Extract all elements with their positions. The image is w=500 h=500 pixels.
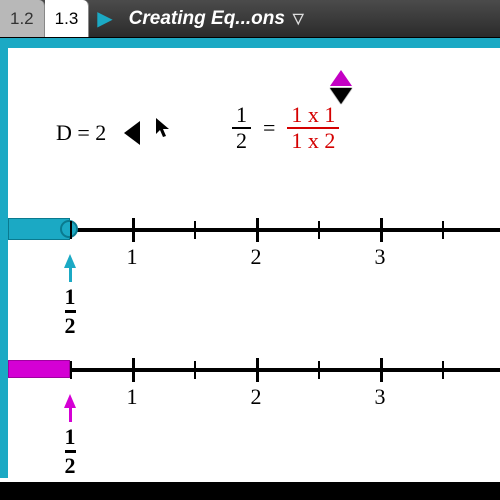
page-title-text: Creating Eq...ons [129,8,285,30]
tick-2 [256,218,259,242]
fraction-right-num: 1 x 1 [287,103,339,127]
d-stepper[interactable] [124,121,158,145]
tick2-2-5 [318,361,320,379]
tick-1-label: 1 [127,244,138,270]
stepper-left-icon[interactable] [124,121,140,145]
segment-teal-handle[interactable] [60,220,78,238]
tick2-1-5 [194,361,196,379]
pointer-1: 1 2 [64,254,76,337]
pointer-1-arrow-icon [64,254,76,268]
tick-3-label: 3 [375,244,386,270]
fraction-left-den: 2 [232,129,251,153]
number-line-1[interactable]: 1 2 3 1 2 [8,228,500,232]
tab-1-2[interactable]: 1.2 [0,0,45,37]
tick2-2-label: 2 [251,384,262,410]
axis-1: 1 2 3 1 2 [8,228,500,232]
tab-1-3[interactable]: 1.3 [45,0,90,37]
tab-next-icon[interactable]: ▶ [89,0,120,37]
title-chevron-down-icon[interactable]: ▽ [293,10,304,27]
content-area: D = 2 1 2 = 1 x 1 1 x 2 [0,48,500,478]
ribbon [0,38,500,48]
tick-3-5 [442,221,444,239]
tick2-1-label: 1 [127,384,138,410]
equation: 1 2 = 1 x 1 1 x 2 [226,103,345,153]
pointer-1-den: 2 [65,315,76,337]
tick2-3-label: 3 [375,384,386,410]
marker-up-icon [330,70,352,86]
d-label: D = 2 [56,120,106,146]
d-value-row: D = 2 [56,118,174,148]
fraction-left: 1 2 [232,103,251,153]
segment-magenta[interactable] [8,360,70,378]
tick2-3-5 [442,361,444,379]
fraction-left-num: 1 [232,103,251,127]
tick2-1 [132,358,135,382]
tick-2-label: 2 [251,244,262,270]
fraction-right-den: 1 x 2 [287,129,339,153]
pointer-2-den: 2 [65,455,76,477]
tick-1 [132,218,135,242]
tick2-3 [380,358,383,382]
axis-2: 1 2 3 1 2 [8,368,500,372]
tick-1-5 [194,221,196,239]
tick-2-5 [318,221,320,239]
number-line-2[interactable]: 1 2 3 1 2 [8,368,500,372]
pointer-2: 1 2 [64,394,76,477]
equals-sign: = [263,115,275,141]
tick-0-5 [70,221,72,239]
pointer-2-num: 1 [65,426,76,448]
value-marker[interactable] [328,70,354,104]
bottom-border [0,482,500,500]
tick2-0-5 [70,361,72,379]
app-frame: 1.2 1.3 ▶ Creating Eq...ons ▽ D = 2 1 [0,0,500,500]
page-title: Creating Eq...ons ▽ [121,0,500,37]
top-bar: 1.2 1.3 ▶ Creating Eq...ons ▽ [0,0,500,38]
pointer-2-arrow-icon [64,394,76,408]
tick2-2 [256,358,259,382]
fraction-right: 1 x 1 1 x 2 [287,103,339,153]
segment-teal[interactable] [8,218,70,240]
tick-3 [380,218,383,242]
cursor-icon [154,116,174,146]
pointer-1-num: 1 [65,286,76,308]
